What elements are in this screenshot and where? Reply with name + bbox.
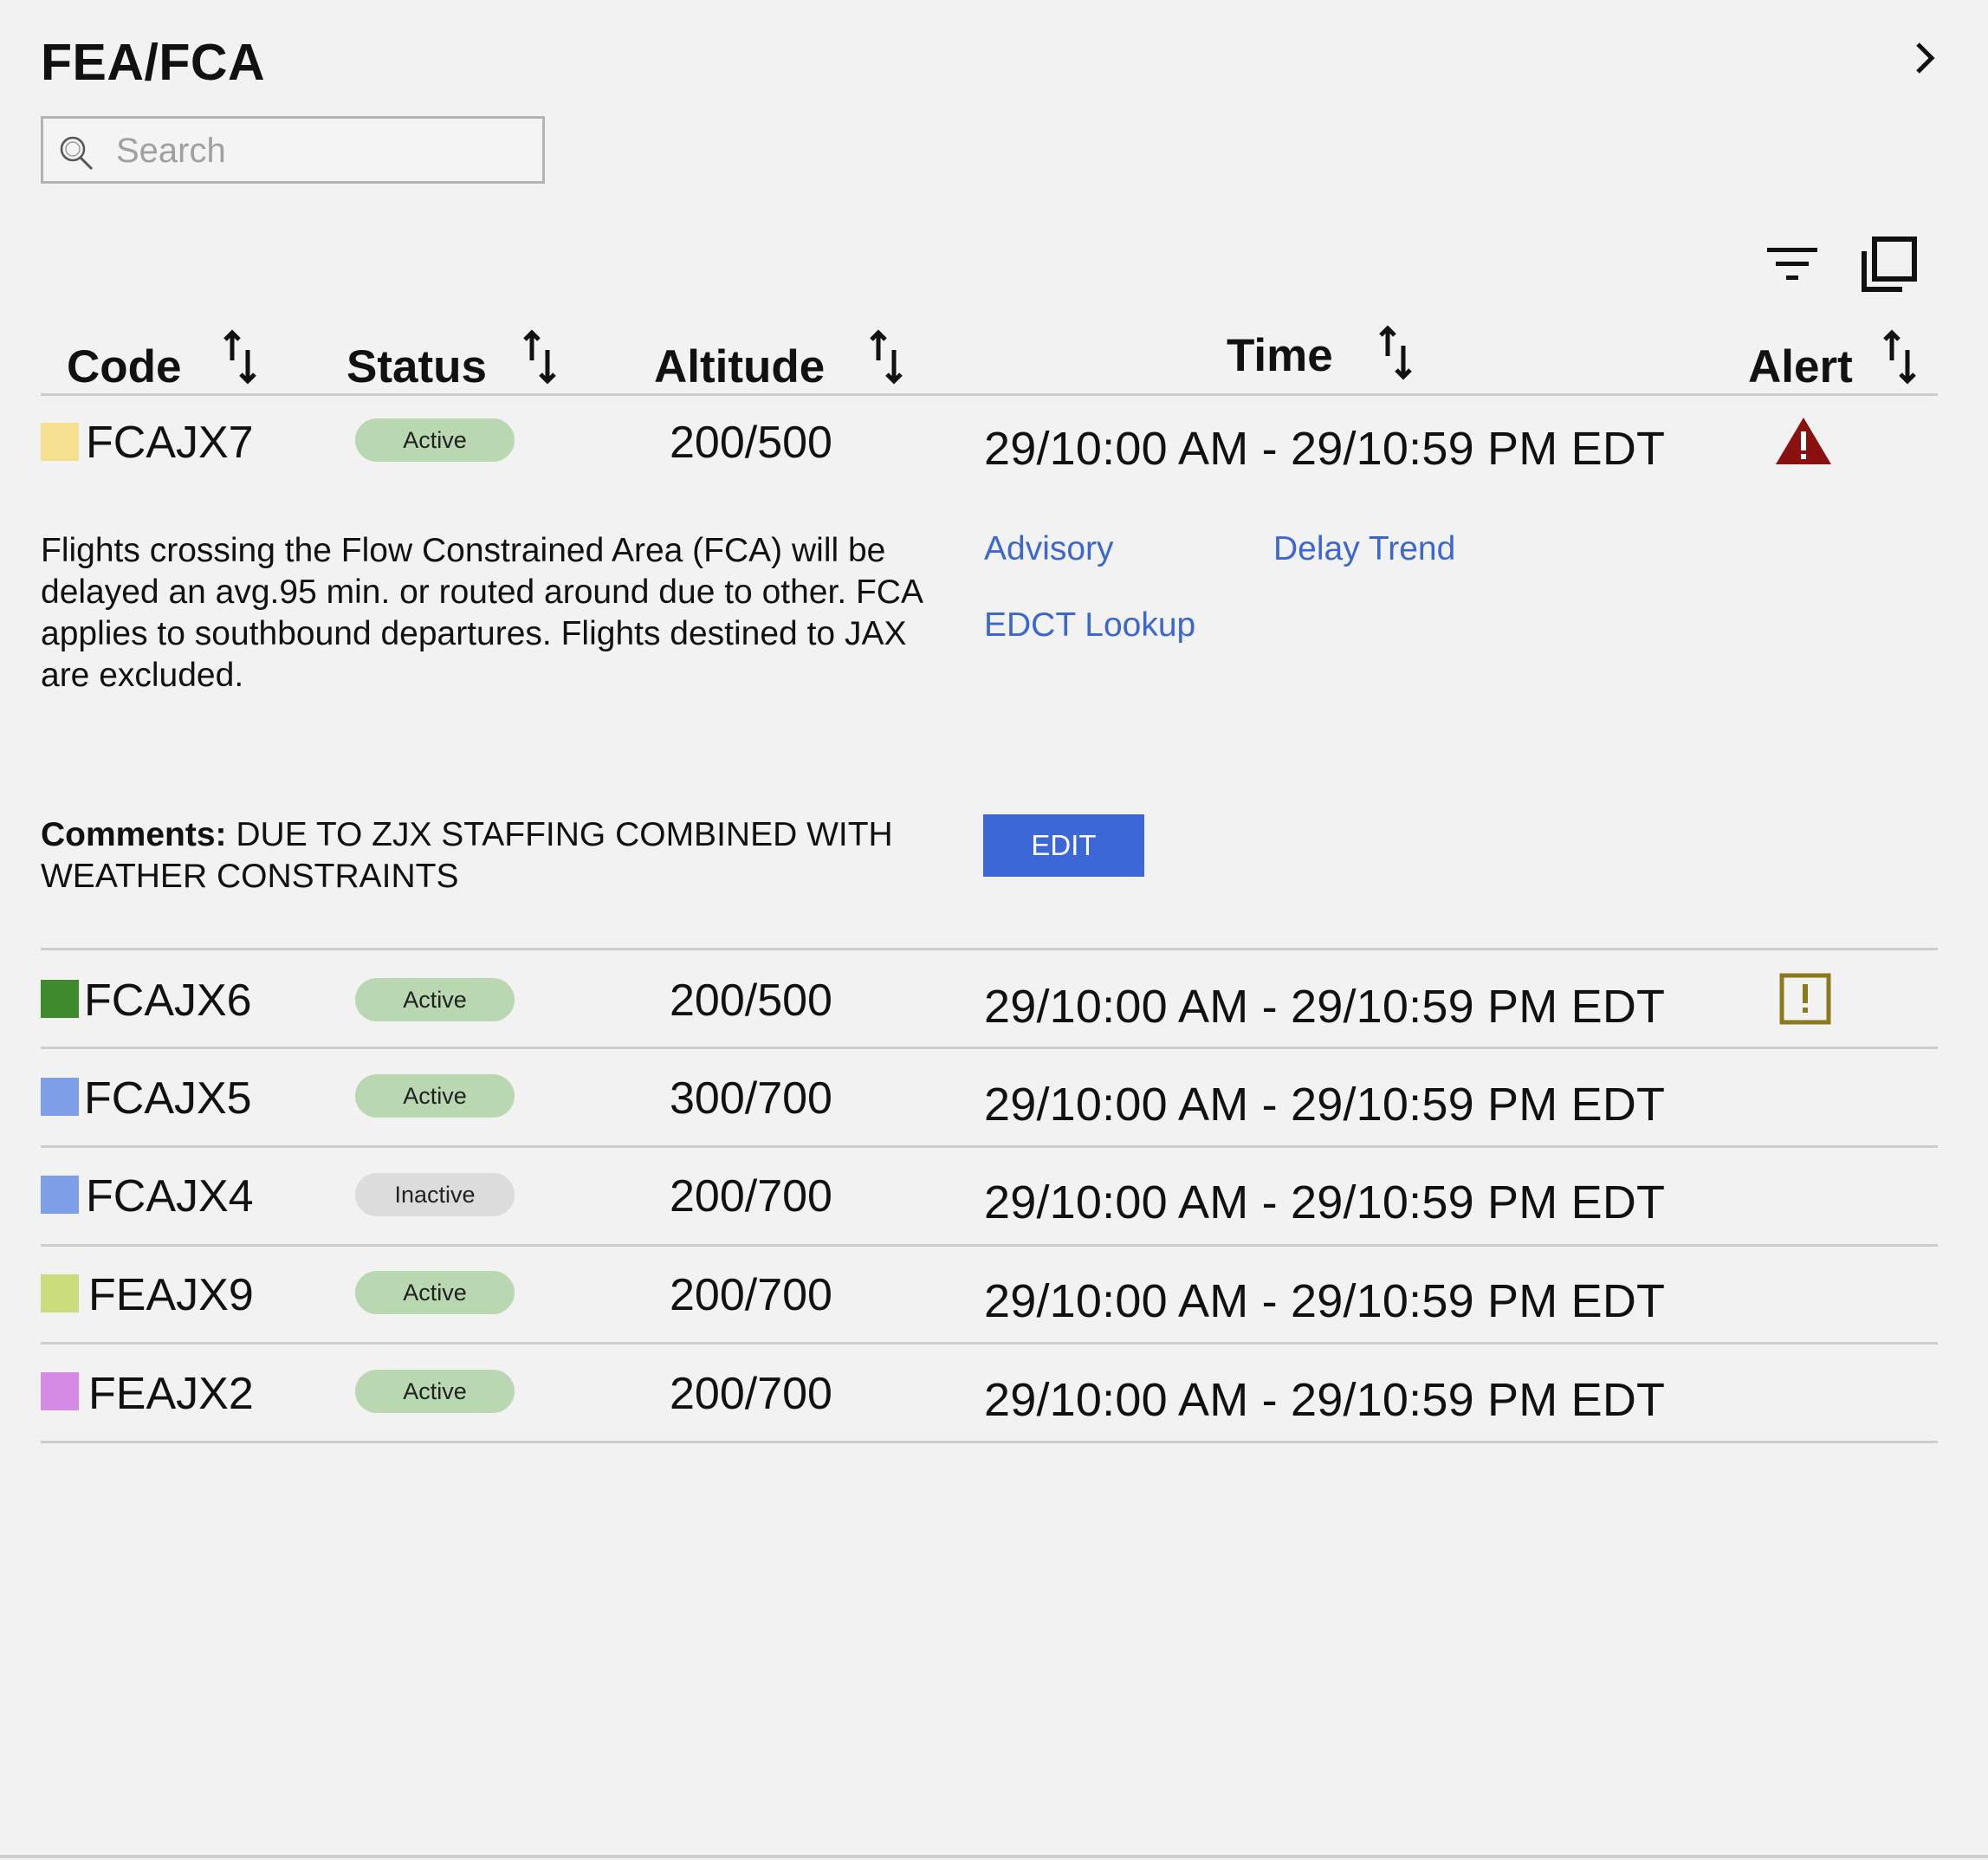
sort-icon[interactable] xyxy=(1880,329,1921,385)
search-icon xyxy=(60,136,94,171)
status-badge: Active xyxy=(355,978,515,1021)
exclamation-box-icon[interactable] xyxy=(1779,973,1831,1029)
status-badge: Active xyxy=(355,418,515,462)
comments-label: Comments: xyxy=(41,816,227,853)
panel-bottom-border xyxy=(0,1855,1988,1858)
column-header-time[interactable]: Time xyxy=(1227,329,1333,382)
row-divider xyxy=(41,948,1938,950)
row-color-swatch xyxy=(41,1176,79,1214)
row-altitude: 200/700 xyxy=(670,1270,832,1320)
row-time: 29/10:00 AM - 29/10:59 PM EDT xyxy=(984,1275,1666,1327)
copy-icon[interactable] xyxy=(1859,236,1920,301)
edit-button[interactable]: EDIT xyxy=(983,814,1144,877)
sort-icon[interactable] xyxy=(1376,325,1417,380)
row-divider xyxy=(41,1145,1938,1148)
chevron-right-icon[interactable] xyxy=(1906,39,1944,77)
row-code[interactable]: FCAJX4 xyxy=(86,1170,254,1222)
advisory-link[interactable]: Advisory xyxy=(984,530,1114,568)
warning-triangle-icon[interactable] xyxy=(1774,416,1833,470)
row-time: 29/10:00 AM - 29/10:59 PM EDT xyxy=(984,1374,1666,1426)
row-time: 29/10:00 AM - 29/10:59 PM EDT xyxy=(984,423,1666,475)
search-placeholder: Search xyxy=(116,132,226,170)
row-divider xyxy=(41,1441,1938,1443)
column-header-altitude[interactable]: Altitude xyxy=(654,340,825,393)
fca-description: Flights crossing the Flow Constrained Ar… xyxy=(41,532,922,694)
row-altitude: 200/700 xyxy=(670,1369,832,1419)
status-badge: Active xyxy=(355,1370,515,1413)
row-color-swatch xyxy=(41,1372,79,1410)
status-badge: Active xyxy=(355,1074,515,1118)
column-header-code[interactable]: Code xyxy=(67,340,182,393)
row-code[interactable]: FCAJX7 xyxy=(86,417,254,469)
page-title: FEA/FCA xyxy=(41,34,266,91)
status-badge: Inactive xyxy=(355,1173,515,1216)
row-code[interactable]: FEAJX2 xyxy=(88,1368,254,1420)
row-divider xyxy=(41,1047,1938,1049)
sort-icon[interactable] xyxy=(866,329,908,385)
column-header-status[interactable]: Status xyxy=(346,340,487,393)
status-badge: Active xyxy=(355,1271,515,1314)
row-time: 29/10:00 AM - 29/10:59 PM EDT xyxy=(984,1176,1666,1228)
column-header-alert[interactable]: Alert xyxy=(1748,340,1853,393)
comments: Comments: DUE TO ZJX STAFFING COMBINED W… xyxy=(41,814,959,898)
search-input[interactable]: Search xyxy=(41,116,545,184)
row-altitude: 200/700 xyxy=(670,1171,832,1222)
row-color-swatch xyxy=(41,423,79,461)
row-time: 29/10:00 AM - 29/10:59 PM EDT xyxy=(984,1079,1666,1131)
row-color-swatch xyxy=(41,1078,79,1116)
row-divider xyxy=(41,1244,1938,1247)
row-code[interactable]: FCAJX5 xyxy=(84,1073,252,1124)
row-altitude: 200/500 xyxy=(670,418,832,468)
row-altitude: 200/500 xyxy=(670,975,832,1026)
sort-icon[interactable] xyxy=(520,329,561,385)
row-altitude: 300/700 xyxy=(670,1073,832,1124)
row-color-swatch xyxy=(41,1274,79,1312)
row-time: 29/10:00 AM - 29/10:59 PM EDT xyxy=(984,981,1666,1033)
row-divider xyxy=(41,1342,1938,1345)
row-code[interactable]: FEAJX9 xyxy=(88,1269,254,1321)
row-code[interactable]: FCAJX6 xyxy=(84,975,252,1027)
filter-icon[interactable] xyxy=(1765,243,1819,290)
sort-icon[interactable] xyxy=(220,329,262,385)
row-color-swatch xyxy=(41,980,79,1018)
header-divider xyxy=(41,393,1938,396)
delay-trend-link[interactable]: Delay Trend xyxy=(1273,530,1455,568)
edct-lookup-link[interactable]: EDCT Lookup xyxy=(984,606,1195,645)
